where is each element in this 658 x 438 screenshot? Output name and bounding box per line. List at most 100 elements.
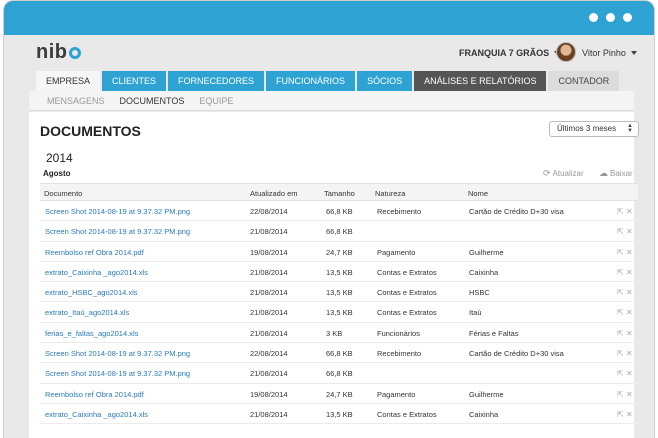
company-selector[interactable]: FRANQUIA 7 GRÃOS [459,48,561,58]
tab-empresa[interactable]: EMPRESA [36,71,101,91]
document-link[interactable]: Screen Shot 2014-08-19 at 9.37.32 PM.png [45,349,190,358]
edit-icon[interactable]: ⇱ [617,390,626,399]
delete-icon[interactable]: ✕ [626,390,633,399]
edit-icon[interactable]: ⇱ [617,268,626,277]
table-row[interactable]: extrato_Caixinha _ago2014.xls 21/08/2014 1… [40,262,638,283]
column-header-nature[interactable]: Natureza [375,189,405,198]
tab-socios[interactable]: SÓCIOS [357,71,413,91]
cloud-download-icon: ☁ [599,168,608,178]
refresh-label: Atualizar [552,169,584,178]
nature-label: Contas e Extratos [377,308,437,318]
window-titlebar [4,1,654,35]
app-window: nib FRANQUIA 7 GRÃOS Vitor Pinho EMPRESA… [3,0,655,438]
avatar[interactable] [556,42,576,62]
updated-date: 21/08/2014 [250,308,288,318]
period-select[interactable]: Últimos 3 meses ▲ ▼ [549,121,639,137]
table-header: Documento Atualizado em Tamanho Natureza… [40,183,638,201]
table-row[interactable]: extrato_Caixinha _ago2014.xls 21/08/2014 1… [40,404,638,425]
table-row[interactable]: Reembolso ref Obra 2014.pdf 19/08/2014 24,… [40,384,638,404]
table-row[interactable]: Reembolso ref Obra 2014.pdf 19/08/2014 24,… [40,242,638,262]
refresh-icon: ⟳ [543,168,551,178]
document-link[interactable]: extrato_HSBC_ago2014.xls [45,288,138,297]
tab-fornecedores[interactable]: FORNECEDORES [168,71,265,91]
entity-name: Caixinha [469,409,499,419]
edit-icon[interactable]: ⇱ [617,248,626,257]
document-link[interactable]: extrato_Caixinha _ago2014.xls [45,410,148,419]
updated-date: 21/08/2014 [250,369,288,379]
nibo-logo[interactable]: nib [36,41,81,64]
table-row[interactable]: Screen Shot 2014-08-19 at 9.37.32 PM.png… [40,363,638,384]
table-row[interactable]: Screen Shot 2014-08-19 at 9.37.32 PM.png… [40,343,638,364]
edit-icon[interactable]: ⇱ [617,410,626,419]
tab-contador[interactable]: CONTADOR [548,71,620,91]
delete-icon[interactable]: ✕ [626,410,633,419]
entity-name: Caixinha [469,267,499,277]
edit-icon[interactable]: ⇱ [617,227,626,236]
document-link[interactable]: ferias_e_faltas_ago2014.xls [45,329,138,338]
file-size: 13,5 KB [326,288,353,298]
row-actions: ⇱ ✕ [617,369,633,378]
download-button[interactable]: ☁ Baixar [599,168,633,179]
document-link[interactable]: extrato_Caixinha _ago2014.xls [45,268,148,277]
delete-icon[interactable]: ✕ [626,288,633,297]
delete-icon[interactable]: ✕ [626,349,633,358]
table-row[interactable]: extrato_HSBC_ago2014.xls 21/08/2014 13,5 K… [40,282,638,303]
tab-analises-relatorios[interactable]: ANÁLISES E RELATÓRIOS [414,71,547,91]
row-actions: ⇱ ✕ [617,349,633,358]
nature-label: Recebimento [377,349,422,359]
edit-icon[interactable]: ⇱ [617,369,626,378]
dot-icon [623,13,632,22]
tab-funcionarios[interactable]: FUNCIONÁRIOS [266,71,356,91]
entity-name: Férias e Faltas [469,328,519,338]
row-actions: ⇱ ✕ [617,248,633,257]
company-name: FRANQUIA 7 GRÃOS [459,48,550,58]
column-header-size[interactable]: Tamanho [324,189,355,198]
document-link[interactable]: Screen Shot 2014-08-19 at 9.37.32 PM.png [45,227,190,236]
subtab-documentos[interactable]: DOCUMENTOS [120,91,185,110]
chevron-down-icon [630,51,637,55]
delete-icon[interactable]: ✕ [626,268,633,277]
edit-icon[interactable]: ⇱ [617,308,626,317]
updated-date: 19/08/2014 [250,247,288,257]
column-header-document[interactable]: Documento [44,189,82,198]
table-row[interactable]: ferias_e_faltas_ago2014.xls 21/08/2014 3 K… [40,323,638,344]
download-label: Baixar [610,169,633,178]
updated-date: 21/08/2014 [250,409,288,419]
top-bar: nib FRANQUIA 7 GRÃOS Vitor Pinho [4,35,654,69]
subtab-equipe[interactable]: EQUIPE [199,91,233,110]
edit-icon[interactable]: ⇱ [617,288,626,297]
column-header-updated[interactable]: Atualizado em [250,189,298,198]
file-size: 24,7 KB [326,389,353,399]
delete-icon[interactable]: ✕ [626,369,633,378]
document-link[interactable]: Screen Shot 2014-08-19 at 9.37.32 PM.png [45,207,190,216]
user-menu[interactable]: Vitor Pinho [582,48,637,58]
entity-name: Itaú [469,308,482,318]
row-actions: ⇱ ✕ [617,268,633,277]
document-link[interactable]: Reembolso ref Obra 2014.pdf [45,248,144,257]
nature-label: Funcionários [377,328,420,338]
document-link[interactable]: Reembolso ref Obra 2014.pdf [45,390,144,399]
edit-icon[interactable]: ⇱ [617,349,626,358]
tab-clientes[interactable]: CLIENTES [102,71,167,91]
table-row[interactable]: Screen Shot 2014-08-19 at 9.37.32 PM.png… [40,221,638,242]
delete-icon[interactable]: ✕ [626,207,633,216]
updated-date: 22/08/2014 [250,349,288,359]
document-link[interactable]: Screen Shot 2014-08-19 at 9.37.32 PM.png [45,369,190,378]
refresh-button[interactable]: ⟳ Atualizar [543,168,584,179]
subtab-mensagens[interactable]: MENSAGENS [47,91,105,110]
edit-icon[interactable]: ⇱ [617,329,626,338]
row-actions: ⇱ ✕ [617,288,633,297]
window-menu-dots[interactable] [589,13,632,22]
column-header-name[interactable]: Nome [468,189,488,198]
row-actions: ⇱ ✕ [617,308,633,317]
document-link[interactable]: extrato_Itaú_ago2014.xls [45,308,129,317]
entity-name: Guilherme [469,247,504,257]
updated-date: 21/08/2014 [250,267,288,277]
delete-icon[interactable]: ✕ [626,308,633,317]
edit-icon[interactable]: ⇱ [617,207,626,216]
table-row[interactable]: Screen Shot 2014-08-19 at 9.37.32 PM.png… [40,201,638,222]
delete-icon[interactable]: ✕ [626,248,633,257]
delete-icon[interactable]: ✕ [626,329,633,338]
delete-icon[interactable]: ✕ [626,227,633,236]
table-row[interactable]: extrato_Itaú_ago2014.xls 21/08/2014 13,5 K… [40,302,638,323]
